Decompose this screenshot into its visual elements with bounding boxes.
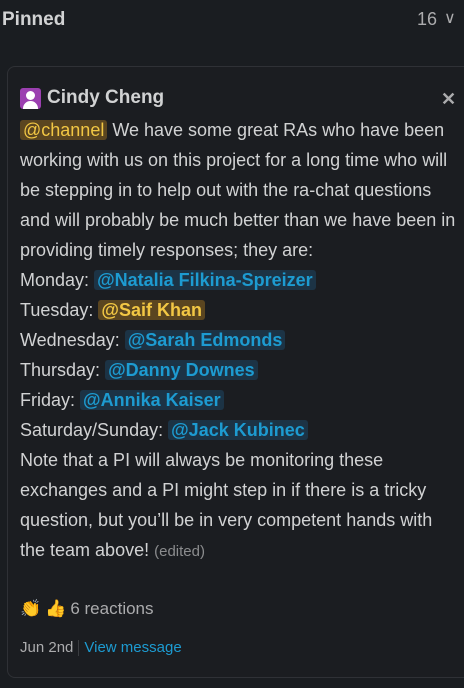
edited-label: (edited) xyxy=(154,543,205,560)
user-mention[interactable]: @Natalia Filkina-Spreizer xyxy=(94,270,316,290)
pinned-header: Pinned 16 ∨ xyxy=(0,0,464,40)
message-footer: Jun 2nd View message xyxy=(20,639,182,657)
schedule-day: Tuesday: xyxy=(20,300,94,320)
user-mention[interactable]: @Jack Kubinec xyxy=(168,420,308,440)
pinned-title: Pinned xyxy=(2,9,66,30)
avatar[interactable] xyxy=(20,87,41,109)
message-outro: Note that a PI will always be monitoring… xyxy=(20,450,433,560)
reactions[interactable]: 👏 👍 6 reactions xyxy=(20,599,154,619)
schedule-day: Friday: xyxy=(20,390,76,410)
schedule-line: Thursday: @Danny Downes xyxy=(20,355,460,385)
thumbs-up-emoji-icon[interactable]: 👍 xyxy=(45,599,66,619)
channel-mention[interactable]: @channel xyxy=(20,120,108,140)
schedule-line: Monday: @Natalia Filkina-Spreizer xyxy=(20,265,460,295)
user-mention[interactable]: @Danny Downes xyxy=(105,360,258,380)
message-author: Cindy Cheng xyxy=(20,87,164,109)
pinned-count[interactable]: 16 xyxy=(417,9,437,30)
schedule-line: Friday: @Annika Kaiser xyxy=(20,385,460,415)
schedule-line: Saturday/Sunday: @Jack Kubinec xyxy=(20,415,460,445)
clap-emoji-icon[interactable]: 👏 xyxy=(20,599,41,619)
author-name[interactable]: Cindy Cheng xyxy=(47,87,164,109)
schedule-day: Monday: xyxy=(20,270,90,290)
schedule-line: Tuesday: @Saif Khan xyxy=(20,295,460,325)
user-mention[interactable]: @Sarah Edmonds xyxy=(124,330,286,350)
user-mention[interactable]: @Saif Khan xyxy=(98,300,205,320)
reactions-count[interactable]: 6 reactions xyxy=(70,599,153,619)
message-intro: We have some great RAs who have been wor… xyxy=(20,120,456,260)
schedule-day: Wednesday: xyxy=(20,330,120,350)
close-icon[interactable]: ✕ xyxy=(441,89,456,110)
pinned-message-card: Cindy Cheng ✕ @channel We have some grea… xyxy=(7,66,464,678)
schedule-day: Thursday: xyxy=(20,360,101,380)
message-date: Jun 2nd xyxy=(20,639,74,656)
schedule-day: Saturday/Sunday: xyxy=(20,420,164,440)
user-mention[interactable]: @Annika Kaiser xyxy=(80,390,224,410)
message-body: @channel We have some great RAs who have… xyxy=(20,115,460,567)
chevron-down-icon[interactable]: ∨ xyxy=(444,8,456,28)
schedule-line: Wednesday: @Sarah Edmonds xyxy=(20,325,460,355)
divider xyxy=(78,640,80,657)
view-message-link[interactable]: View message xyxy=(84,639,181,656)
